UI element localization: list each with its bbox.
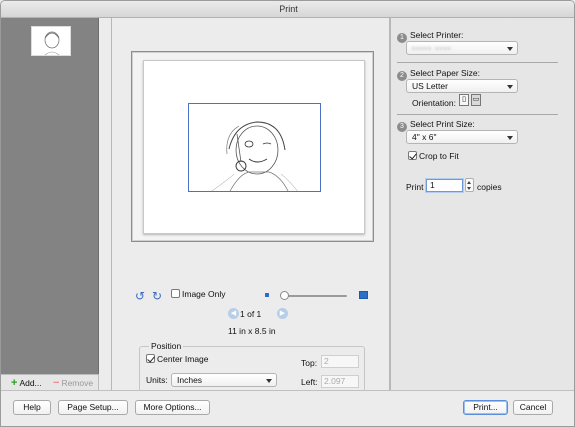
copies-input[interactable]: 1 [426, 179, 463, 192]
zoom-in-icon[interactable] [359, 291, 368, 299]
page-indicator: 1 of 1 [240, 309, 262, 319]
image-only-checkbox[interactable]: Image Only [171, 289, 225, 299]
dropdown-arrow-icon [266, 379, 272, 383]
paper-preview [143, 60, 365, 234]
rotate-right-icon[interactable]: ↻ [152, 290, 164, 302]
thumbnail-sidebar [1, 18, 99, 374]
printer-popup[interactable]: ▪▪▪▪▪ ▪▪▪▪ [406, 41, 518, 55]
top-label: Top: [301, 358, 318, 368]
stepper-down-icon[interactable] [467, 187, 471, 190]
landscape-orientation-icon[interactable]: ▭ [471, 94, 481, 106]
checkbox-box[interactable] [171, 289, 180, 298]
left-field: 2.097 [321, 375, 359, 388]
position-legend: Position [149, 341, 184, 351]
top-field: 2 [321, 355, 359, 368]
copies-stepper[interactable] [465, 178, 474, 192]
more-options-button[interactable]: More Options... [135, 400, 210, 415]
print-preview [131, 51, 374, 242]
zoom-slider[interactable] [284, 295, 347, 297]
zoom-out-icon[interactable] [265, 293, 269, 297]
center-image-checkbox[interactable]: Center Image [146, 354, 209, 364]
minus-icon: − [53, 377, 60, 389]
dropdown-arrow-icon [507, 47, 513, 51]
remove-button[interactable]: − Remove [53, 377, 93, 389]
paper-size-popup[interactable]: US Letter [406, 79, 518, 93]
stepper-up-icon[interactable] [467, 181, 471, 184]
units-popup[interactable]: Inches [171, 373, 277, 387]
dropdown-arrow-icon [507, 85, 513, 89]
cancel-button[interactable]: Cancel [513, 400, 553, 415]
print-button[interactable]: Print... [463, 400, 508, 415]
help-button[interactable]: Help [13, 400, 51, 415]
zoom-slider-knob[interactable] [280, 291, 289, 300]
print-window: Print + Add... − Remove ↺ ↻ Image Only ◀… [0, 0, 575, 427]
section-divider [397, 114, 558, 115]
checkbox-box[interactable] [146, 354, 155, 363]
orientation-label: Orientation: [412, 98, 456, 108]
print-copies-label: Print [406, 182, 424, 192]
plus-icon: + [11, 377, 18, 389]
window-title: Print [1, 1, 574, 18]
crop-to-fit-checkbox[interactable]: Crop to Fit [408, 151, 459, 161]
checkbox-box[interactable] [408, 151, 417, 160]
paper-dimensions: 11 in x 8.5 in [228, 326, 276, 336]
photo-thumbnail[interactable] [31, 26, 71, 56]
copies-label: copies [477, 182, 502, 192]
left-label: Left: [301, 377, 318, 387]
page-setup-button[interactable]: Page Setup... [58, 400, 128, 415]
sidebar-toolbar: + Add... − Remove [1, 374, 99, 390]
previous-page-button[interactable]: ◀ [228, 308, 239, 319]
dropdown-arrow-icon [507, 136, 513, 140]
photo-preview[interactable] [188, 103, 321, 192]
next-page-button[interactable]: ▶ [277, 308, 288, 319]
print-size-popup[interactable]: 4" x 6" [406, 130, 518, 144]
section-divider [397, 62, 558, 63]
pane-divider[interactable] [111, 18, 112, 390]
add-button[interactable]: + Add... [11, 377, 42, 389]
rotate-left-icon[interactable]: ↺ [135, 290, 147, 302]
portrait-orientation-icon[interactable]: ▯ [459, 94, 469, 106]
units-label: Units: [146, 375, 168, 385]
